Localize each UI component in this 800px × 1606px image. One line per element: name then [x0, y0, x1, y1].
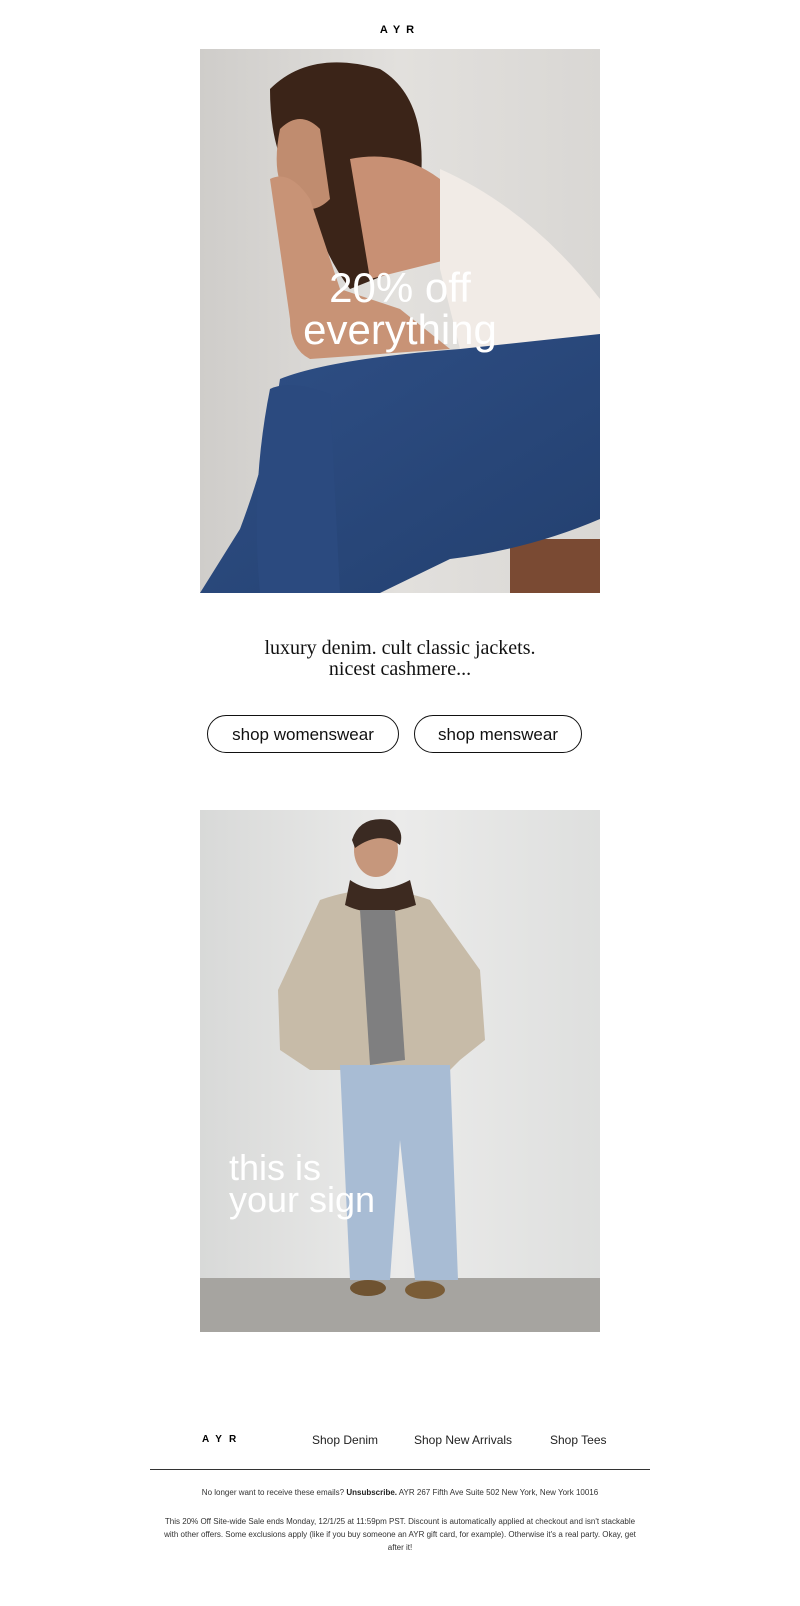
hero-headline-line2: everything — [303, 306, 497, 353]
unsubscribe-link[interactable]: Unsubscribe. — [346, 1488, 397, 1497]
shop-menswear-button[interactable]: shop menswear — [414, 715, 582, 753]
footer-link-shop-tees[interactable]: Shop Tees — [550, 1433, 607, 1447]
hero-photo-man-jacket — [200, 810, 600, 1332]
unsubscribe-line: No longer want to receive these emails? … — [0, 1488, 800, 1497]
tagline-line1: luxury denim. cult classic jackets. — [264, 637, 536, 659]
footer-link-shop-denim[interactable]: Shop Denim — [312, 1433, 378, 1447]
shop-womenswear-button[interactable]: shop womenswear — [207, 715, 399, 753]
footer-link-shop-new-arrivals[interactable]: Shop New Arrivals — [414, 1433, 512, 1447]
tagline: luxury denim. cult classic jackets. nice… — [0, 638, 800, 680]
hero-headline-line1: 20% off — [329, 264, 471, 311]
footer-divider — [150, 1469, 650, 1470]
unsubscribe-prompt: No longer want to receive these emails? — [201, 1488, 347, 1497]
brand-logo[interactable]: AYR — [0, 24, 800, 36]
sale-disclaimer: This 20% Off Site-wide Sale ends Monday,… — [164, 1517, 636, 1552]
hero2-headline-line2: your sign — [229, 1179, 376, 1220]
hero-image-womens[interactable]: 20% off everything — [200, 49, 600, 593]
tagline-line2: nicest cashmere... — [328, 658, 472, 680]
hero-image-mens[interactable]: this is your sign — [200, 810, 600, 1332]
footer-brand-logo[interactable]: AYR — [202, 1434, 243, 1445]
company-address: AYR 267 Fifth Ave Suite 502 New York, Ne… — [397, 1488, 599, 1497]
